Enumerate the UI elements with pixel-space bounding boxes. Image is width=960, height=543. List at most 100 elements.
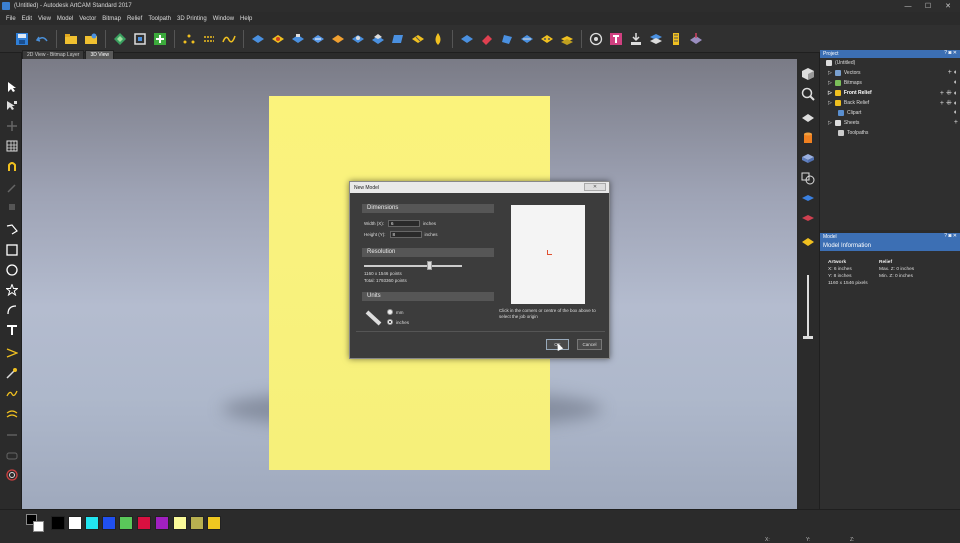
swatch-green[interactable]: [119, 516, 133, 530]
undo-icon[interactable]: [34, 31, 50, 47]
tree-item-untitled[interactable]: (Untitled): [826, 60, 855, 66]
swatch-white[interactable]: [68, 516, 82, 530]
wave-icon[interactable]: [5, 386, 18, 399]
swatch-black[interactable]: [51, 516, 65, 530]
relief-shape-3-icon[interactable]: [290, 31, 306, 47]
curve-icon[interactable]: [221, 31, 237, 47]
menu-window[interactable]: Window: [213, 16, 234, 22]
blue-layer-icon[interactable]: [801, 191, 815, 205]
polyline-icon[interactable]: [5, 222, 18, 235]
layers-icon[interactable]: [648, 31, 664, 47]
relief-shape-4-icon[interactable]: [310, 31, 326, 47]
relief-shape-5-icon[interactable]: [330, 31, 346, 47]
tree-item-sheets[interactable]: ▷ Sheets: [828, 120, 859, 126]
swatch-purple[interactable]: [155, 516, 169, 530]
tree-item-vectors[interactable]: ▷ Vectors: [828, 70, 861, 76]
save-icon[interactable]: [14, 31, 30, 47]
red-layer-icon[interactable]: [801, 211, 815, 225]
grid-tool-icon[interactable]: [5, 139, 18, 152]
expand-arrow-icon[interactable]: ▷: [828, 70, 832, 76]
circle-tool-icon[interactable]: [5, 263, 18, 276]
texture-icon[interactable]: [539, 31, 555, 47]
zoom-icon[interactable]: [801, 87, 815, 101]
tree-item-back-relief[interactable]: ▷ Back Relief: [828, 100, 869, 106]
spiral-icon[interactable]: [5, 468, 18, 481]
inches-radio[interactable]: [387, 319, 393, 325]
menu-vector[interactable]: Vector: [79, 16, 96, 22]
box-3d-icon[interactable]: [801, 151, 815, 165]
new-model-plus-icon[interactable]: [152, 31, 168, 47]
bitmaps-actions[interactable]: ◐: [954, 79, 958, 86]
menu-help[interactable]: Help: [240, 16, 252, 22]
shape-icon[interactable]: [5, 449, 18, 462]
open-folder-icon[interactable]: [63, 31, 79, 47]
node-select-icon[interactable]: [5, 99, 18, 112]
import-icon[interactable]: [628, 31, 644, 47]
origin-preview-box[interactable]: [511, 205, 585, 304]
sheets-actions[interactable]: +: [954, 119, 958, 126]
model-import-icon[interactable]: [112, 31, 128, 47]
swatch-gold[interactable]: [207, 516, 221, 530]
menu-view[interactable]: View: [38, 16, 51, 22]
menu-3d-printing[interactable]: 3D Printing: [177, 16, 207, 22]
plane-icon[interactable]: [801, 111, 815, 125]
swatch-cyan[interactable]: [85, 516, 99, 530]
offset-icon[interactable]: [5, 407, 18, 420]
swatch-light-yellow[interactable]: [173, 516, 187, 530]
width-input[interactable]: 6: [388, 220, 421, 227]
menu-edit[interactable]: Edit: [22, 16, 32, 22]
relief-layer-icon[interactable]: [559, 31, 575, 47]
yellow-plane-icon[interactable]: [801, 235, 815, 249]
drop-icon[interactable]: [430, 31, 446, 47]
relief-shape-2-icon[interactable]: [270, 31, 286, 47]
line-icon[interactable]: [5, 428, 18, 441]
tree-item-front-relief[interactable]: ▷ Front Relief: [828, 90, 872, 96]
cancel-button[interactable]: Cancel: [577, 339, 602, 350]
expand-arrow-icon[interactable]: ▷: [828, 100, 832, 106]
simulate-icon[interactable]: [688, 31, 704, 47]
relief-shape-7-icon[interactable]: [370, 31, 386, 47]
resolution-slider-track[interactable]: [364, 265, 462, 267]
units-inches-option[interactable]: inches: [387, 319, 409, 325]
select-arrow-icon[interactable]: [5, 80, 18, 93]
arc-tool-icon[interactable]: [5, 303, 18, 316]
relief-shape-8-icon[interactable]: [390, 31, 406, 47]
sculpt-1-icon[interactable]: [459, 31, 475, 47]
vector-grid-icon[interactable]: [201, 31, 217, 47]
z-scale-slider[interactable]: [807, 275, 809, 337]
sculpt-2-icon[interactable]: [499, 31, 515, 47]
tree-item-clipart[interactable]: Clipart: [838, 110, 861, 116]
mm-radio[interactable]: [387, 309, 393, 315]
menu-model[interactable]: Model: [57, 16, 73, 22]
height-input[interactable]: 8: [389, 231, 422, 238]
swatch-blue[interactable]: [102, 516, 116, 530]
toolpath-icon[interactable]: [668, 31, 684, 47]
cylinder-icon[interactable]: [801, 131, 815, 145]
units-mm-option[interactable]: mm: [387, 309, 404, 315]
trim-icon[interactable]: [5, 346, 18, 359]
tree-item-bitmaps[interactable]: ▷ Bitmaps: [828, 80, 862, 86]
menu-bitmap[interactable]: Bitmap: [102, 16, 121, 22]
swatch-red[interactable]: [137, 516, 151, 530]
model-panel-buttons[interactable]: ? ◙ ✕: [944, 233, 957, 239]
magnet-icon[interactable]: [5, 159, 18, 172]
expand-arrow-icon[interactable]: ▷: [828, 90, 832, 96]
measure-icon[interactable]: [588, 31, 604, 47]
swatch-olive[interactable]: [190, 516, 204, 530]
relief-shape-9-icon[interactable]: [410, 31, 426, 47]
relief-shape-1-icon[interactable]: [250, 31, 266, 47]
close-window-button[interactable]: ✕: [938, 0, 958, 12]
square-dot-icon[interactable]: [5, 200, 18, 213]
move-icon[interactable]: [5, 119, 18, 132]
pen-tool-icon[interactable]: [5, 181, 18, 194]
cube-view-icon[interactable]: [801, 67, 815, 81]
tab-2d-view[interactable]: 2D View - Bitmap Layer: [22, 50, 85, 59]
expand-arrow-icon[interactable]: ▷: [828, 120, 832, 126]
relief-shape-6-icon[interactable]: [350, 31, 366, 47]
menu-toolpath[interactable]: Toolpath: [148, 16, 171, 22]
tree-item-toolpaths[interactable]: Toolpaths: [838, 130, 868, 136]
minimize-button[interactable]: —: [898, 0, 918, 12]
magic-wand-icon[interactable]: [5, 366, 18, 379]
node-edit-icon[interactable]: [181, 31, 197, 47]
clipart-actions[interactable]: ◐: [954, 109, 958, 116]
